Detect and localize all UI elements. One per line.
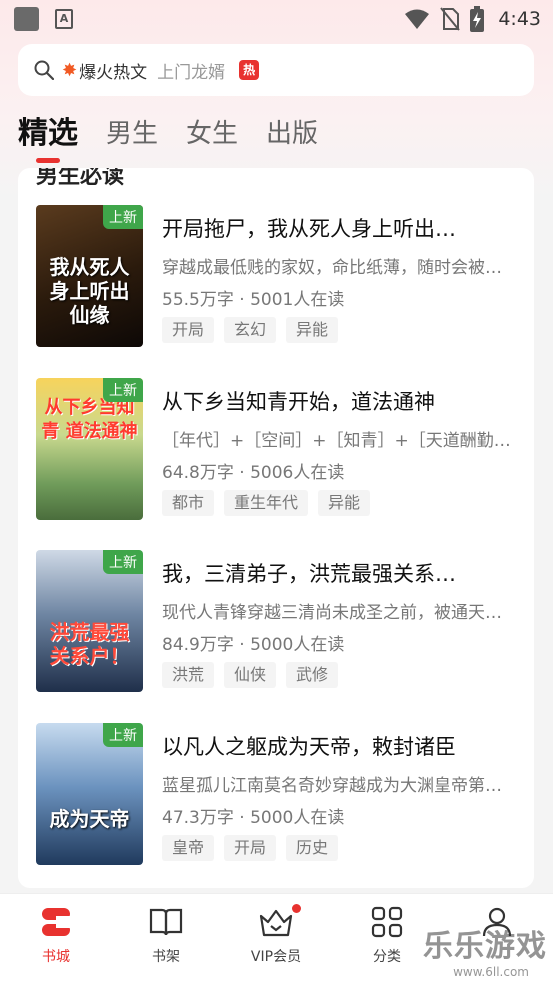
cover-title: 从下乡当知青 道法通神: [41, 397, 138, 442]
nav-label: 分类: [373, 949, 401, 965]
section-title: 男生必读: [36, 168, 125, 189]
tag[interactable]: 异能: [318, 490, 371, 516]
book-stats: 84.9万字 · 5000人在读: [162, 635, 345, 655]
new-badge: 上新: [103, 723, 143, 747]
book-stats: 55.5万字 · 5001人在读: [162, 290, 345, 310]
list-item[interactable]: 成为天帝 上新 以凡人之躯成为天帝，敕封诸臣 蓝星孤儿江南莫名奇妙穿越成为大渊皇…: [36, 723, 516, 865]
book-desc: 现代人青锋穿越三清尚未成圣之前，被通天…: [162, 603, 502, 623]
book-title: 以凡人之躯成为天帝，敕封诸臣: [162, 735, 456, 759]
grid-icon: [371, 906, 403, 938]
book-tags: 都市 重生年代 异能: [162, 490, 371, 516]
search-icon: [34, 60, 54, 80]
fire-icon: ✸: [62, 59, 78, 81]
nav-label: VIP会员: [250, 949, 302, 965]
tag[interactable]: 皇帝: [162, 835, 215, 861]
book-cover[interactable]: 从下乡当知青 道法通神 上新: [36, 378, 143, 520]
nav-vip[interactable]: VIP会员: [236, 904, 316, 966]
search-hint: 上门龙婿: [157, 62, 226, 83]
nav-bookshelf[interactable]: 书架: [126, 904, 206, 966]
watermark-logo: 乐乐游戏: [423, 929, 547, 964]
book-desc: ［年代］+［空间］+［知青］+［天道酬勤…: [162, 431, 511, 451]
cover-title: 我从死人身上听出仙缘: [49, 255, 130, 327]
book-tags: 皇帝 开局 历史: [162, 835, 339, 861]
tab-female[interactable]: 女生: [186, 110, 238, 158]
new-badge: 上新: [103, 378, 143, 402]
tab-publish[interactable]: 出版: [266, 110, 318, 158]
tag[interactable]: 历史: [286, 835, 339, 861]
book-cover[interactable]: 洪荒最强关系户！ 上新: [36, 550, 143, 692]
nav-bookstore[interactable]: 书城: [16, 904, 96, 966]
search-bar[interactable]: ✸ 爆火热文 上门龙婿 热: [18, 44, 534, 96]
nav-label: 书架: [152, 949, 180, 965]
vip-crown-icon: [259, 909, 293, 937]
no-sim-icon: [440, 7, 461, 31]
nav-label: 书城: [42, 949, 70, 965]
book-desc: 穿越成最低贱的家奴，命比纸薄，随时会被…: [162, 258, 502, 278]
book-desc: 蓝星孤儿江南莫名奇妙穿越成为大渊皇帝第…: [162, 776, 502, 796]
tag[interactable]: 异能: [286, 317, 339, 343]
hot-badge: 热: [239, 60, 260, 80]
tag[interactable]: 重生年代: [224, 490, 309, 516]
nav-category[interactable]: 分类: [347, 904, 427, 966]
book-cover[interactable]: 我从死人身上听出仙缘 上新: [36, 205, 143, 347]
cover-title: 成为天帝: [49, 807, 130, 831]
new-badge: 上新: [103, 550, 143, 574]
book-list-card: 男生必读 我从死人身上听出仙缘 上新 开局拖尸，我从死人身上听出… 穿越成最低贱…: [18, 168, 534, 888]
bookstore-icon: [42, 908, 70, 936]
list-item[interactable]: 从下乡当知青 道法通神 上新 从下乡当知青开始，道法通神 ［年代］+［空间］+［…: [36, 378, 516, 520]
book-icon: [149, 908, 183, 936]
book-title: 从下乡当知青开始，道法通神: [162, 390, 435, 414]
book-stats: 64.8万字 · 5006人在读: [162, 463, 345, 483]
new-badge: 上新: [103, 205, 143, 229]
book-tags: 开局 玄幻 异能: [162, 317, 339, 343]
wifi-icon: [405, 9, 430, 29]
tab-featured[interactable]: 精选: [18, 110, 78, 163]
book-title: 开局拖尸，我从死人身上听出…: [162, 217, 456, 241]
tag[interactable]: 玄幻: [224, 317, 277, 343]
cover-title: 洪荒最强关系户！: [49, 620, 130, 668]
list-item[interactable]: 我从死人身上听出仙缘 上新 开局拖尸，我从死人身上听出… 穿越成最低贱的家奴，命…: [36, 205, 516, 347]
tag[interactable]: 都市: [162, 490, 215, 516]
tag[interactable]: 洪荒: [162, 662, 215, 688]
bottom-nav: 书城 书架 VIP会员 分类 乐乐游戏 www.6ll.com: [0, 893, 553, 983]
app-notification-icon: [14, 7, 39, 31]
list-item[interactable]: 洪荒最强关系户！ 上新 我，三清弟子，洪荒最强关系… 现代人青锋穿越三清尚未成圣…: [36, 550, 516, 692]
tag[interactable]: 开局: [162, 317, 215, 343]
notification-dot: [292, 904, 301, 913]
watermark-url: www.6ll.com: [453, 965, 529, 979]
book-cover[interactable]: 成为天帝 上新: [36, 723, 143, 865]
book-tags: 洪荒 仙侠 武修: [162, 662, 339, 688]
status-bar: A 4:43: [0, 0, 553, 38]
search-hot-label: 爆火热文: [79, 62, 148, 83]
book-stats: 47.3万字 · 5000人在读: [162, 808, 345, 828]
tab-male[interactable]: 男生: [106, 110, 158, 158]
battery-charging-icon: [470, 6, 485, 32]
category-tabs: 精选 男生 女生 出版: [18, 110, 346, 166]
book-title: 我，三清弟子，洪荒最强关系…: [162, 562, 456, 586]
tag[interactable]: 开局: [224, 835, 277, 861]
tag[interactable]: 武修: [286, 662, 339, 688]
tag[interactable]: 仙侠: [224, 662, 277, 688]
status-time: 4:43: [498, 8, 541, 30]
a-notification-icon: A: [55, 9, 73, 29]
